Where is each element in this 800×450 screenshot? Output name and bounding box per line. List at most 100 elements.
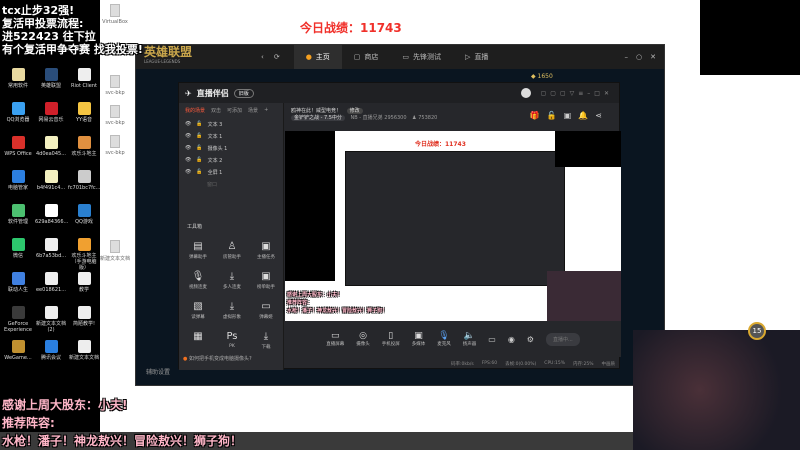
mic-button[interactable]: 🎙 麦克风 xyxy=(437,331,451,347)
media-button[interactable]: ▣ 多媒体 xyxy=(412,331,426,347)
desktop-icon[interactable]: 欢乐斗地主 xyxy=(68,136,100,157)
refresh-icon[interactable]: ⟳ xyxy=(274,53,280,61)
tool-button[interactable]: ▦ xyxy=(183,331,213,344)
tool-button[interactable]: ▧ 读弹幕 xyxy=(183,301,213,320)
desktop-icon[interactable]: 微信 xyxy=(2,238,34,259)
desktop-icon[interactable]: 简陋教学! xyxy=(68,306,100,327)
tool-button[interactable]: ♙ 房管助手 xyxy=(217,241,247,260)
tab-scene-4[interactable]: 场景 xyxy=(248,107,258,114)
tab-scene-3[interactable]: 可添加 xyxy=(227,107,242,114)
desktop-icon[interactable]: WeGame... xyxy=(2,340,34,361)
lock-icon[interactable]: 🔓 xyxy=(196,169,202,175)
settings-icon[interactable]: ⚙ xyxy=(527,335,534,344)
tab-shop[interactable]: ▢ 商店 xyxy=(342,45,391,69)
file-icon[interactable]: 新建文本文档 xyxy=(100,240,130,262)
file-icon[interactable]: svc-bkp xyxy=(100,105,130,126)
desktop-icon[interactable]: fc701bc7fc... xyxy=(68,170,100,191)
desktop-icon[interactable]: 联动人生 xyxy=(2,272,34,293)
source-item[interactable]: 👁 🔓 文本 1 xyxy=(179,130,283,142)
lock-icon[interactable]: 🔓 xyxy=(196,157,202,163)
tool-button[interactable]: ▤ 弹幕助手 xyxy=(183,241,213,260)
lol-titlebar: 英雄联盟 LEAGUE·LEGENDS ‹ ⟳ ● 主页 ▢ 商店 ▭ 先锋测试 ▷ 直播… xyxy=(136,45,664,69)
desktop-icon[interactable]: GeForce Experience xyxy=(2,306,34,333)
eye-icon[interactable]: 👁 xyxy=(185,169,191,175)
eye-icon[interactable]: 👁 xyxy=(185,157,191,163)
tool-button[interactable]: ⤓ 虚拟形象 xyxy=(217,301,247,320)
category-button[interactable]: 金铲铲之战 - 7.5中分 xyxy=(291,115,345,121)
close-icon[interactable]: ✕ xyxy=(650,53,656,61)
stream-title: 鸥神在此！威型电竞！ xyxy=(291,108,342,114)
tip-link[interactable]: ● 如何把手机变成电脑摄像头? xyxy=(183,355,252,362)
camera-button[interactable]: ◎ 摄像头 xyxy=(356,331,370,347)
app-icon xyxy=(77,306,91,319)
desktop-icon[interactable]: 腾讯会议 xyxy=(35,340,67,361)
add-scene-icon[interactable]: + xyxy=(264,107,268,114)
record-icon[interactable]: ▭ xyxy=(488,335,496,344)
tool-button[interactable]: ▭ 弹幕姬 xyxy=(251,301,281,320)
window-controls[interactable]: ▢▢▢▽≡–□✕ xyxy=(541,90,613,97)
live-button[interactable]: 直播中... xyxy=(545,332,580,346)
speaker-button[interactable]: 🔈 扬声器 xyxy=(463,331,477,347)
tool-button[interactable]: 🎙 视频连麦 xyxy=(183,271,213,290)
desktop-icon-label: Riot Client xyxy=(71,83,97,89)
lock-icon[interactable]: 🔓 xyxy=(196,133,202,139)
desktop-icon[interactable]: 4d0ea045... xyxy=(35,136,67,157)
eye-icon[interactable]: 👁 xyxy=(185,121,191,127)
avatar[interactable] xyxy=(520,88,531,98)
eye-icon[interactable]: 👁 xyxy=(185,145,191,151)
tab-test[interactable]: ▭ 先锋测试 xyxy=(390,45,453,69)
back-icon[interactable]: ‹ xyxy=(261,53,264,61)
eye-icon[interactable]: 👁 xyxy=(185,133,191,139)
desktop-icon[interactable]: 新建文本文档 xyxy=(68,340,100,361)
eye-icon[interactable]: ◉ xyxy=(508,335,515,344)
source-item[interactable]: 👁 🔓 文本 3 xyxy=(179,118,283,130)
tool-button[interactable]: Ps PK xyxy=(217,331,247,349)
desktop-icon[interactable]: 6b7a53bd... xyxy=(35,238,67,259)
assist-settings[interactable]: 辅助设置 xyxy=(146,367,170,376)
source-item[interactable]: 👁 🔓 摄像头 1 xyxy=(179,142,283,154)
action-icons[interactable]: 🎁🔓▣🔔⋖ xyxy=(530,111,609,120)
desktop-icon[interactable]: 629a84366... xyxy=(35,204,68,225)
desktop-icon[interactable]: 软件管理 xyxy=(2,204,34,225)
lock-icon[interactable]: 🔓 xyxy=(196,145,202,151)
version-badge[interactable]: 旧版 xyxy=(233,88,254,98)
desktop-icon[interactable]: YY语音 xyxy=(68,102,100,123)
desktop-icon[interactable]: 教学 xyxy=(68,272,100,293)
tool-button[interactable]: ⤓ 多人连麦 xyxy=(217,271,247,290)
desktop-icon[interactable]: WPS Office xyxy=(2,136,34,157)
tab-scene-2[interactable]: 双击 xyxy=(211,107,221,114)
source-item[interactable]: 👁 🔓 全屏 1 xyxy=(179,166,283,178)
source-item[interactable]: 👁 🔓 文本 2 xyxy=(179,154,283,166)
tab-home[interactable]: ● 主页 xyxy=(293,45,342,69)
tab-my-scene[interactable]: 我的场景 xyxy=(185,107,205,114)
screen-capture-button[interactable]: ▭ 直播屏幕 xyxy=(326,331,344,347)
edit-title-button[interactable]: 修改 xyxy=(346,108,363,114)
tab-live[interactable]: ▷ 直播 xyxy=(453,45,500,69)
desktop-icon[interactable]: Riot Client xyxy=(68,68,100,89)
maximize-icon[interactable]: ○ xyxy=(636,53,642,61)
desktop-icon[interactable]: 电脑管家 xyxy=(2,170,34,191)
desktop-icon[interactable]: 英雄联盟 xyxy=(35,68,67,89)
app-icon xyxy=(44,68,58,81)
tool-button[interactable]: ▣ 主播任务 xyxy=(251,241,281,260)
desktop-icon-label: 英雄联盟 xyxy=(40,83,61,89)
phone-cast-button[interactable]: ▯ 手机投屏 xyxy=(382,331,400,347)
desktop-icon[interactable]: QQ浏览器 xyxy=(2,102,34,123)
tool-button[interactable]: ⤓ 下载 xyxy=(251,331,281,350)
desktop-icon[interactable]: b4f491c4... xyxy=(35,170,67,191)
lock-icon[interactable]: 🔓 xyxy=(196,121,202,127)
tool-label: 主播任务 xyxy=(257,255,275,260)
tool-button[interactable]: ▣ 榜单助手 xyxy=(251,271,281,290)
minimize-icon[interactable]: – xyxy=(625,53,629,61)
desktop-icon[interactable]: 网易云音乐 xyxy=(35,102,67,123)
desktop-icon[interactable]: 新建文本文档(2) xyxy=(35,306,67,333)
desktop-icon[interactable]: 常用软件 xyxy=(2,68,34,89)
desktop-icon[interactable]: ee018621... xyxy=(35,272,67,293)
desktop-icon[interactable]: QQ游戏 xyxy=(68,204,100,225)
file-icon[interactable]: svc-bkp xyxy=(100,135,130,156)
desktop-icon[interactable]: 欢乐斗地主（手游电脑版） xyxy=(68,238,100,271)
source-item[interactable]: 窗口 xyxy=(179,178,283,190)
file-icon[interactable]: svc-bkp xyxy=(100,75,130,96)
desktop-icon-label: 腾讯会议 xyxy=(40,355,61,361)
app-icon xyxy=(44,272,58,285)
